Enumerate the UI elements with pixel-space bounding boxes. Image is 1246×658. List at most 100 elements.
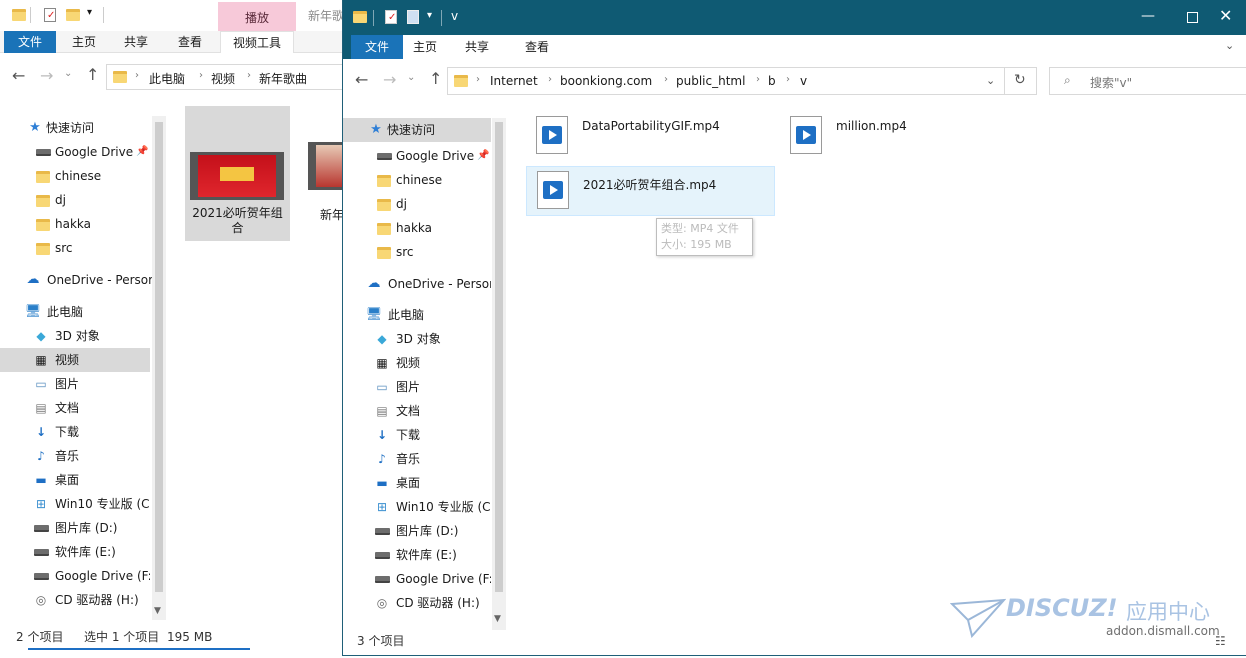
- forward-arrow-icon[interactable]: →: [40, 66, 53, 85]
- search-box[interactable]: ⌕ 搜索"v": [1049, 67, 1246, 95]
- nav-drive-f[interactable]: Google Drive (F:: [343, 567, 491, 591]
- nav-this-pc[interactable]: 🖥 此电脑: [0, 300, 150, 324]
- file-tile[interactable]: [308, 142, 345, 204]
- back-arrow-icon[interactable]: ←: [355, 70, 368, 89]
- nav-drive-h[interactable]: ◎ CD 驱动器 (H:): [0, 588, 150, 612]
- address-bar[interactable]: › Internet › boonkiong.com › public_html…: [447, 67, 1005, 95]
- nav-music[interactable]: ♪ 音乐: [343, 447, 491, 471]
- recent-dropdown-icon[interactable]: ⌄: [407, 72, 415, 83]
- tab-play[interactable]: 播放: [218, 9, 296, 26]
- tab-file[interactable]: 文件: [351, 35, 403, 59]
- nav-chinese[interactable]: chinese: [343, 168, 491, 192]
- up-arrow-icon[interactable]: ↑: [86, 65, 99, 84]
- nav-hakka[interactable]: hakka: [0, 212, 150, 236]
- tab-view[interactable]: 查看: [168, 31, 212, 53]
- nav-3d-objects[interactable]: ◆ 3D 对象: [0, 324, 150, 348]
- breadcrumb-new-year-songs[interactable]: 新年歌曲: [259, 70, 307, 87]
- nav-drive-d[interactable]: 图片库 (D:): [343, 519, 491, 543]
- nav-music[interactable]: ♪ 音乐: [0, 444, 150, 468]
- nav-pictures[interactable]: ▭ 图片: [0, 372, 150, 396]
- file-item[interactable]: million.mp4: [780, 112, 1028, 160]
- nav-hakka[interactable]: hakka: [343, 216, 491, 240]
- new-folder-icon[interactable]: [66, 9, 80, 21]
- address-dropdown-icon[interactable]: ⌄: [986, 74, 995, 87]
- nav-videos[interactable]: ▦ 视频: [0, 348, 150, 372]
- nav-src[interactable]: src: [0, 236, 150, 260]
- cd-drive-icon: ◎: [376, 596, 388, 610]
- refresh-button[interactable]: ↻: [1005, 67, 1037, 95]
- nav-downloads[interactable]: ↓ 下载: [343, 423, 491, 447]
- tab-home[interactable]: 主页: [403, 35, 447, 59]
- quick-toolbar-dropdown-icon[interactable]: ▾: [427, 10, 432, 21]
- tab-home[interactable]: 主页: [62, 31, 106, 53]
- address-bar[interactable]: › 此电脑 › 视频 › 新年歌曲: [106, 64, 345, 90]
- breadcrumb-this-pc[interactable]: 此电脑: [149, 70, 185, 87]
- file-tile-selected[interactable]: 2021必听贺年组合: [185, 106, 290, 241]
- nav-desktop[interactable]: ▬ 桌面: [343, 471, 491, 495]
- properties-icon[interactable]: ✓: [44, 8, 56, 22]
- scrollbar-thumb[interactable]: [155, 122, 163, 592]
- picture-icon: ▭: [35, 377, 47, 391]
- nav-desktop[interactable]: ▬ 桌面: [0, 468, 150, 492]
- scroll-down-icon[interactable]: ▼: [154, 606, 161, 616]
- scroll-down-icon[interactable]: ▼: [494, 614, 501, 624]
- left-nav-scrollbar[interactable]: ▼: [152, 116, 166, 620]
- up-arrow-icon[interactable]: ↑: [429, 69, 442, 88]
- nav-documents[interactable]: ▤ 文档: [0, 396, 150, 420]
- file-item[interactable]: DataPortabilityGIF.mp4: [526, 112, 774, 160]
- file-item-hovered[interactable]: 2021必听贺年组合.mp4: [526, 166, 775, 216]
- nav-videos[interactable]: ▦ 视频: [343, 351, 491, 375]
- properties-icon[interactable]: ✓: [385, 10, 397, 24]
- nav-pictures[interactable]: ▭ 图片: [343, 375, 491, 399]
- nav-google-drive[interactable]: Google Drive 📌: [343, 144, 491, 168]
- nav-google-drive[interactable]: Google Drive 📌: [0, 140, 150, 164]
- nav-quick-access[interactable]: ★ 快速访问: [343, 118, 491, 142]
- expand-ribbon-icon[interactable]: ⌄: [1225, 39, 1234, 52]
- scrollbar-thumb[interactable]: [495, 122, 503, 592]
- nav-onedrive[interactable]: ☁ OneDrive - Persor: [343, 272, 492, 296]
- nav-src[interactable]: src: [343, 240, 491, 264]
- nav-documents[interactable]: ▤ 文档: [343, 399, 491, 423]
- windows-drive-icon: ⊞: [376, 500, 388, 514]
- nav-drive-h[interactable]: ◎ CD 驱动器 (H:): [343, 591, 491, 615]
- maximize-icon[interactable]: [1187, 12, 1198, 23]
- breadcrumb-domain[interactable]: boonkiong.com: [560, 74, 652, 88]
- nav-onedrive[interactable]: ☁ OneDrive - Persor: [0, 268, 154, 292]
- right-nav-scrollbar[interactable]: ▼: [492, 118, 506, 630]
- close-icon[interactable]: ✕: [1219, 6, 1232, 25]
- nav-dj[interactable]: dj: [0, 188, 150, 212]
- nav-quick-access[interactable]: ★ 快速访问: [0, 116, 150, 140]
- nav-downloads[interactable]: ↓ 下载: [0, 420, 150, 444]
- right-ribbon-tabs: 文件 主页 共享 查看 ⌄: [343, 35, 1246, 59]
- tab-file[interactable]: 文件: [4, 31, 56, 53]
- nav-3d-objects[interactable]: ◆ 3D 对象: [343, 327, 491, 351]
- breadcrumb-v[interactable]: v: [800, 74, 807, 88]
- folder-icon: [34, 188, 52, 212]
- selected-size: 195 MB: [167, 630, 213, 644]
- tab-view[interactable]: 查看: [507, 35, 567, 59]
- recent-dropdown-icon[interactable]: ⌄: [64, 68, 72, 79]
- nav-this-pc[interactable]: 🖥 此电脑: [343, 303, 491, 327]
- new-item-icon[interactable]: [407, 10, 419, 24]
- nav-drive-d[interactable]: 图片库 (D:): [0, 516, 150, 540]
- nav-drive-e[interactable]: 软件库 (E:): [0, 540, 150, 564]
- breadcrumb-b[interactable]: b: [768, 74, 776, 88]
- search-icon: ⌕: [1064, 73, 1071, 87]
- breadcrumb-internet[interactable]: Internet: [490, 74, 538, 88]
- quick-toolbar-dropdown-icon[interactable]: ▾: [87, 7, 92, 18]
- tab-share[interactable]: 共享: [447, 35, 507, 59]
- nav-drive-c[interactable]: ⊞ Win10 专业版 (C:: [343, 495, 491, 519]
- nav-drive-e[interactable]: 软件库 (E:): [343, 543, 491, 567]
- forward-arrow-icon[interactable]: →: [383, 70, 396, 89]
- nav-dj[interactable]: dj: [343, 192, 491, 216]
- nav-chinese[interactable]: chinese: [0, 164, 150, 188]
- back-arrow-icon[interactable]: ←: [12, 66, 25, 85]
- tab-share[interactable]: 共享: [114, 31, 158, 53]
- nav-drive-c[interactable]: ⊞ Win10 专业版 (C:: [0, 492, 150, 516]
- watermark-brand: DISCUZ!: [1006, 594, 1118, 622]
- tab-video-tools[interactable]: 视频工具: [220, 31, 294, 53]
- breadcrumb-videos[interactable]: 视频: [211, 70, 235, 87]
- nav-drive-f[interactable]: Google Drive (F:: [0, 564, 150, 588]
- breadcrumb-public-html[interactable]: public_html: [676, 74, 745, 88]
- minimize-icon[interactable]: —: [1141, 8, 1155, 24]
